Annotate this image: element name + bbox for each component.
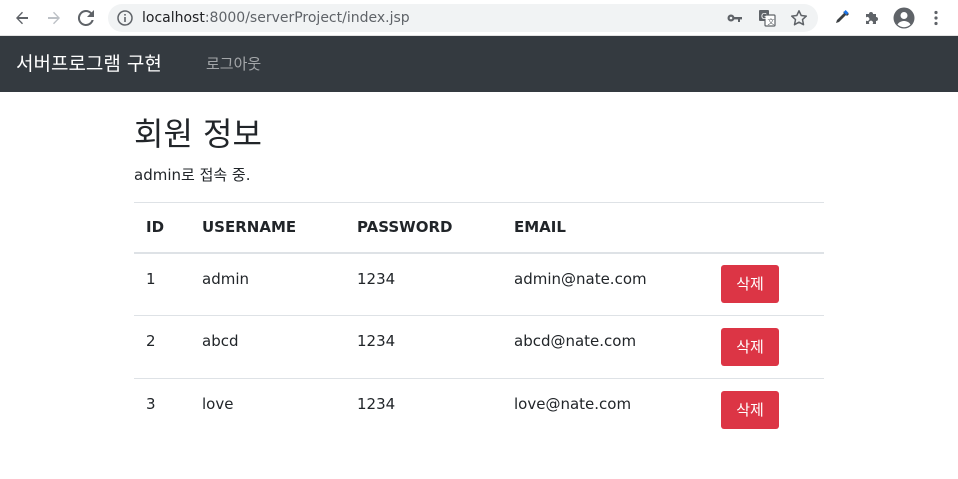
svg-text:G: G [761,12,767,21]
cell-id: 1 [134,252,190,316]
cell-password: 1234 [345,252,502,316]
cell-action: 삭제 [709,252,824,316]
table-row: 1 admin 1234 admin@nate.com 삭제 [134,252,824,316]
table-row: 3 love 1234 love@nate.com 삭제 [134,378,824,442]
cell-email: abcd@nate.com [502,315,709,379]
delete-button[interactable]: 삭제 [721,265,779,304]
url-path: :8000/serverProject/index.jsp [204,10,410,26]
cell-id: 2 [134,315,190,379]
profile-icon[interactable] [892,6,916,30]
table-row: 2 abcd 1234 abcd@nate.com 삭제 [134,315,824,379]
brand-link[interactable]: 서버프로그램 구현 [16,36,162,92]
address-bar[interactable]: localhost:8000/serverProject/index.jsp G… [108,4,818,32]
cell-username: abcd [190,315,345,379]
extensions-icon[interactable] [860,6,884,30]
header-password: PASSWORD [345,202,502,254]
forward-icon[interactable] [42,6,66,30]
browser-toolbar: localhost:8000/serverProject/index.jsp G… [0,0,958,36]
cell-action: 삭제 [709,378,824,442]
table-header-row: ID USERNAME PASSWORD EMAIL [134,202,824,254]
cell-action: 삭제 [709,315,824,379]
cell-id: 3 [134,378,190,442]
reload-icon[interactable] [74,6,98,30]
page-title: 회원 정보 [134,115,262,153]
login-status: admin로 접속 중. [134,166,251,184]
url-host: localhost [142,10,205,26]
header-action [709,202,824,254]
app-navbar: 서버프로그램 구현 로그아웃 [0,36,958,92]
cell-email: love@nate.com [502,378,709,442]
cell-password: 1234 [345,378,502,442]
logout-link[interactable]: 로그아웃 [206,36,261,92]
star-icon[interactable] [790,9,808,27]
cell-password: 1234 [345,315,502,379]
cell-username: love [190,378,345,442]
header-username: USERNAME [190,202,345,254]
delete-button[interactable]: 삭제 [721,391,779,430]
translate-icon[interactable]: G文 [758,9,776,27]
users-table: ID USERNAME PASSWORD EMAIL 1 admin 1234 … [134,202,824,442]
key-icon[interactable] [726,9,744,27]
cell-username: admin [190,252,345,316]
info-icon[interactable] [116,9,134,27]
header-email: EMAIL [502,202,709,254]
delete-button[interactable]: 삭제 [721,328,779,366]
back-icon[interactable] [10,6,34,30]
svg-text:文: 文 [768,17,775,26]
url-text: localhost:8000/serverProject/index.jsp [142,4,410,32]
cell-email: admin@nate.com [502,252,709,316]
header-id: ID [134,202,190,254]
menu-icon[interactable] [924,6,948,30]
eyedropper-icon[interactable] [830,6,854,30]
